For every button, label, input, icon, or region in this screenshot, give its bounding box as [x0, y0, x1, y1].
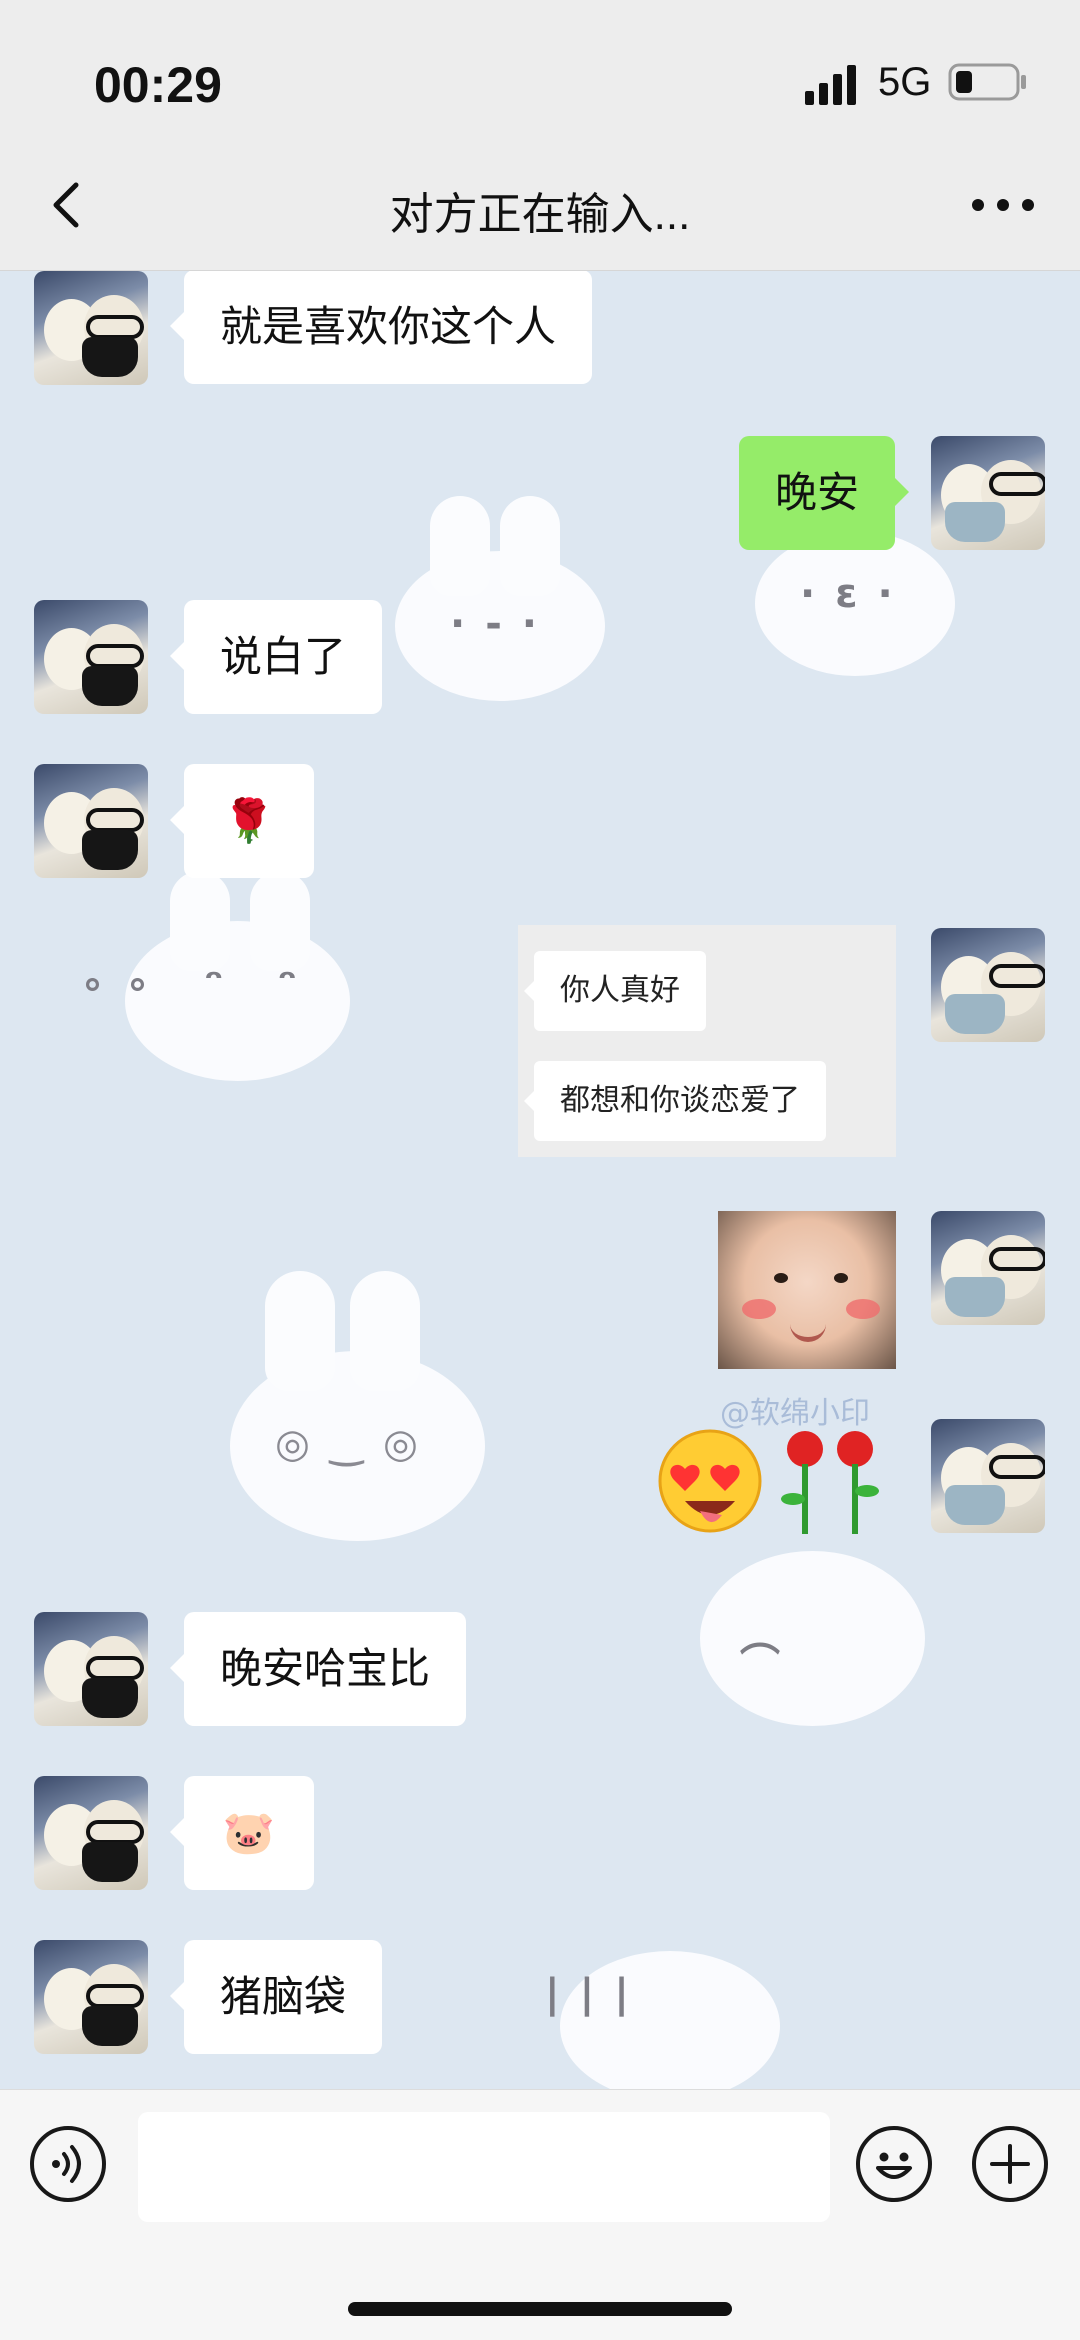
- message-bubble-received[interactable]: 晚安哈宝比: [169, 1612, 467, 1726]
- network-type: 5G: [878, 60, 932, 104]
- input-bar: [0, 2089, 1080, 2340]
- pig-face-icon: 🐷: [222, 1808, 276, 1857]
- my-avatar[interactable]: [931, 436, 1045, 550]
- heart-eyes-roses-sticker[interactable]: [655, 1419, 895, 1539]
- contact-avatar[interactable]: [34, 600, 148, 714]
- screenshot-image-message[interactable]: 你人真好 都想和你谈恋爱了: [518, 925, 896, 1157]
- message-input[interactable]: [138, 2112, 830, 2222]
- message-bubble-received[interactable]: 说白了: [169, 600, 383, 714]
- rose-icon: 🌹: [222, 796, 276, 845]
- message-bubble-received[interactable]: 🌹: [170, 764, 314, 878]
- voice-icon[interactable]: [30, 2126, 106, 2202]
- my-avatar[interactable]: [931, 1211, 1045, 1325]
- battery-icon: [948, 63, 1026, 101]
- contact-avatar[interactable]: [34, 1612, 148, 1726]
- message-bubble-sent[interactable]: 晚安: [738, 436, 910, 550]
- signal-icon: [805, 65, 856, 105]
- screenshot-line: 都想和你谈恋爱了: [524, 1061, 826, 1141]
- my-avatar[interactable]: [931, 928, 1045, 1042]
- more-dots-icon[interactable]: [968, 190, 1038, 220]
- screenshot-line: 你人真好: [524, 951, 706, 1031]
- message-bubble-received[interactable]: 🐷: [170, 1776, 314, 1890]
- contact-avatar[interactable]: [34, 271, 148, 385]
- contact-avatar[interactable]: [34, 1776, 148, 1890]
- my-avatar[interactable]: [931, 1419, 1045, 1533]
- top-bar: 00:29 5G 对方正在输入...: [0, 0, 1080, 271]
- contact-avatar[interactable]: [34, 764, 148, 878]
- chat-title: 对方正在输入...: [389, 190, 691, 239]
- plus-icon[interactable]: [972, 2126, 1048, 2202]
- message-bubble-received[interactable]: 就是喜欢你这个人: [169, 271, 593, 384]
- baby-face-sticker[interactable]: [718, 1211, 896, 1369]
- chat-area[interactable]: ·-· ·ε· ∘∘ ᵔ ᵔ ◎‿◎ ⌒ ||| @软绵小印 就是喜欢你这个人 …: [0, 271, 1080, 2089]
- status-time: 00:29: [94, 57, 222, 113]
- message-bubble-received[interactable]: 猪脑袋: [169, 1940, 383, 2054]
- contact-avatar[interactable]: [34, 1940, 148, 2054]
- smiley-icon[interactable]: [856, 2126, 932, 2202]
- home-indicator: [348, 2302, 732, 2316]
